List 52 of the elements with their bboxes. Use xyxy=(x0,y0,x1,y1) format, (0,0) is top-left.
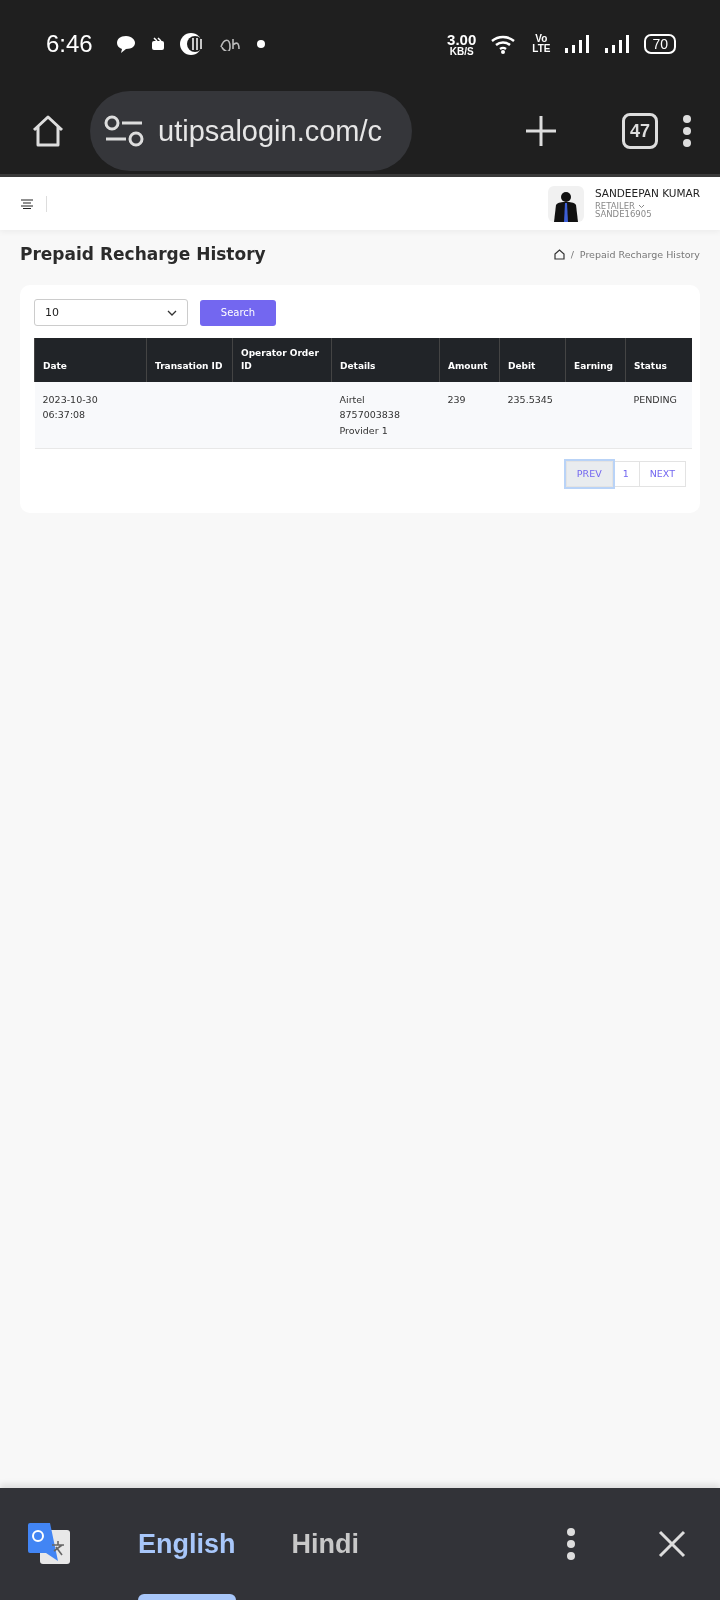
address-bar[interactable]: utipsalogin.com/c xyxy=(90,91,412,171)
column-header: Status xyxy=(625,338,692,383)
more-options-icon xyxy=(566,1527,576,1561)
page-button[interactable]: NEXT xyxy=(638,460,686,487)
network-speed: 3.00 xyxy=(447,31,477,47)
column-header: Transation ID xyxy=(146,338,233,383)
tab-count[interactable]: 47 xyxy=(622,113,658,149)
volte-label: Vo xyxy=(535,34,548,44)
user-id: SANDE16905 xyxy=(594,210,653,219)
table-cell: Airtel 8757003838 Provider 1 xyxy=(331,382,440,449)
column-header: Operator Order ID xyxy=(232,338,332,383)
close-icon xyxy=(658,1530,686,1558)
column-header: Amount xyxy=(439,338,500,383)
clapperboard-icon xyxy=(150,37,165,51)
table-cell: PENDING xyxy=(625,382,692,449)
lte-label: LTE xyxy=(532,44,551,54)
page-size-select[interactable]: 10 xyxy=(34,299,188,326)
app-icon xyxy=(218,37,243,51)
user-role[interactable]: RETAILER xyxy=(594,201,636,211)
column-header: Earning xyxy=(565,338,626,383)
person-silhouette-icon xyxy=(552,189,579,222)
table-cell: 239 xyxy=(439,382,500,449)
battery-level: 70 xyxy=(644,34,676,54)
translate-logo-icon xyxy=(26,1521,72,1567)
column-header: Debit xyxy=(499,338,566,383)
language-tab[interactable]: Hindi xyxy=(275,1488,375,1600)
breadcrumb-separator: / xyxy=(570,248,574,260)
dot-icon xyxy=(256,40,265,48)
language-tab[interactable]: English xyxy=(122,1488,252,1600)
site-settings-icon xyxy=(104,115,144,147)
table-cell: 235.5345 xyxy=(499,382,566,449)
home-icon xyxy=(30,113,66,149)
breadcrumb-current: Prepaid Recharge History xyxy=(579,248,700,260)
menu-icon xyxy=(20,198,34,209)
chevron-down-icon xyxy=(167,309,177,316)
clock-time: 6:46 xyxy=(46,30,93,58)
search-button[interactable]: Search xyxy=(200,299,276,326)
column-header: Details xyxy=(331,338,440,383)
moon-app-icon xyxy=(178,32,205,56)
home-icon xyxy=(553,248,565,260)
plus-icon xyxy=(524,114,558,148)
speed-unit: KB/S xyxy=(449,46,474,57)
page-title: Prepaid Recharge History xyxy=(20,244,266,264)
signal-icon xyxy=(604,34,631,54)
menu-icon xyxy=(682,114,692,148)
table-cell: 2023-10-30 06:37:08 xyxy=(34,382,147,449)
user-name: SANDEEPAN KUMAR xyxy=(594,188,700,199)
column-header: Date xyxy=(34,338,147,383)
page-button[interactable]: PREV xyxy=(565,460,613,487)
chevron-down-icon xyxy=(638,203,646,209)
signal-icon xyxy=(564,34,591,54)
chat-bubble-icon xyxy=(114,34,137,54)
